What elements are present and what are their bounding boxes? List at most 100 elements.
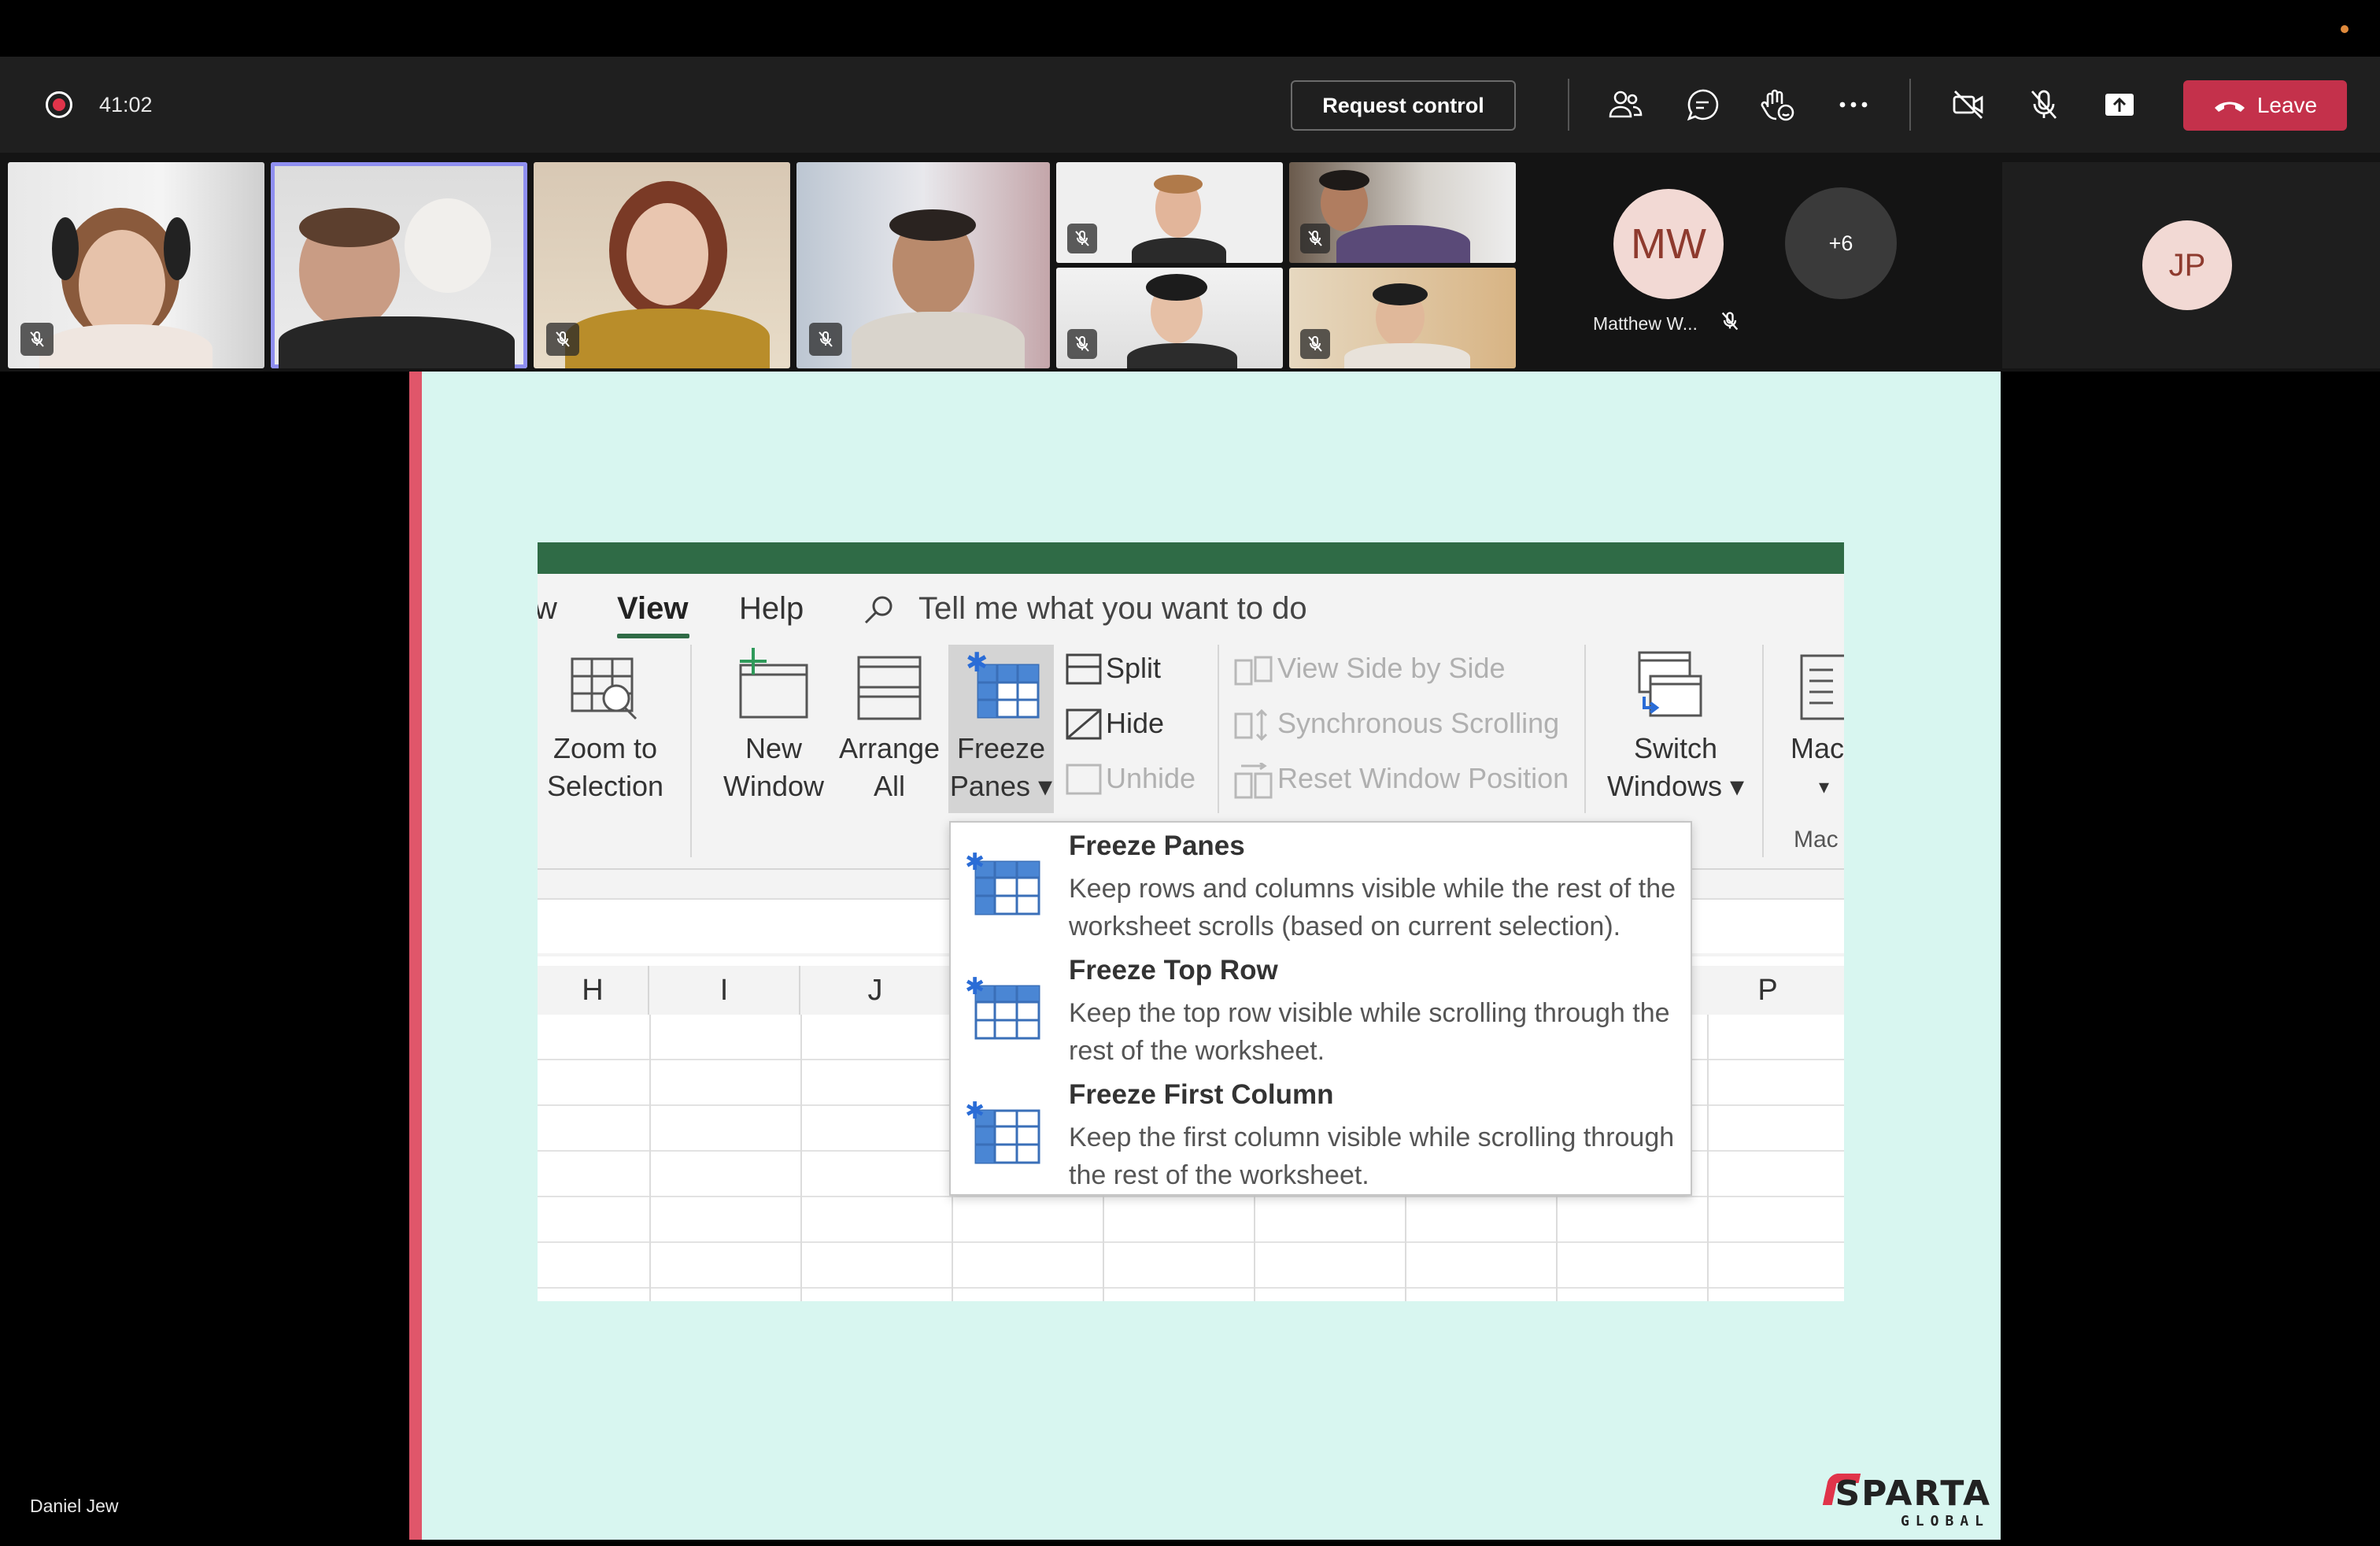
participant-video-tile[interactable] [534, 162, 790, 368]
recording-icon [46, 91, 72, 118]
ribbon-divider [690, 645, 692, 857]
new-window-button[interactable]: New Window [711, 730, 837, 805]
tell-me-search[interactable]: Tell me what you want to do [918, 591, 1307, 627]
svg-text:✱: ✱ [966, 648, 989, 679]
ribbon-divider [1584, 645, 1586, 813]
arrange-label-2: All [873, 770, 905, 802]
freeze-label-1: Freeze [956, 732, 1046, 764]
notification-dot [2341, 25, 2349, 33]
reset-window-position-button: Reset Window Position [1277, 762, 1569, 794]
switch-windows-button[interactable]: Switch Windows ▾ [1605, 730, 1746, 805]
avatar-matthew[interactable]: MW [1613, 189, 1724, 299]
more-options-icon[interactable] [1834, 85, 1873, 124]
participant-video-tile[interactable] [1056, 162, 1283, 263]
excel-title-bar [538, 542, 1844, 574]
meeting-timer: 41:02 [99, 93, 153, 117]
switch-label-1: Switch [1633, 732, 1718, 764]
freeze-panes-button[interactable]: Freeze Panes ▾ [948, 730, 1054, 805]
view-side-by-side-icon [1234, 656, 1273, 686]
participant-video-tile[interactable] [1056, 268, 1283, 368]
macros-icon[interactable] [1797, 651, 1844, 723]
arrange-label-1: Arrange [838, 732, 941, 764]
logo-main-text: SPARTA [1835, 1474, 1991, 1514]
chat-icon[interactable] [1683, 85, 1722, 124]
participant-mic-off-icon [1067, 224, 1097, 253]
menu-item-description: Keep the first column visible while scro… [1069, 1123, 1675, 1190]
ribbon-tab-bar: w View Help Tell me what you want to do [538, 574, 1844, 645]
svg-text:✱: ✱ [965, 851, 985, 876]
participant-video-tile-active[interactable] [271, 162, 527, 368]
freeze-first-column-icon: ✱ [965, 1100, 1040, 1164]
share-screen-icon[interactable] [2100, 85, 2139, 124]
arrange-all-button[interactable]: Arrange All [829, 730, 950, 805]
reset-window-position-icon [1234, 763, 1273, 799]
macros-dropdown-arrow: ▾ [1819, 775, 1830, 798]
zoom-label-1: Zoom to [552, 732, 658, 764]
zoom-label-2: Selection [546, 770, 664, 802]
more-participants-button[interactable]: +6 [1785, 187, 1897, 299]
hide-icon[interactable] [1065, 708, 1103, 742]
participant-video-tile[interactable] [796, 162, 1050, 368]
new-window-label-1: New [745, 732, 803, 764]
macros-button[interactable]: Mac ▾ [1791, 730, 1844, 805]
participant-mic-off-icon [546, 323, 579, 356]
split-button[interactable]: Split [1106, 649, 1161, 687]
zoom-to-selection-icon[interactable] [567, 653, 643, 723]
freeze-panes-icon: ✱ [965, 851, 1040, 915]
leave-button[interactable]: Leave [2183, 80, 2347, 131]
column-header-p[interactable]: P [1690, 966, 1844, 1015]
excel-screenshot: w View Help Tell me what you want to do … [538, 542, 1844, 1301]
search-icon[interactable] [862, 593, 896, 627]
synchronous-scrolling-button: Synchronous Scrolling [1277, 707, 1560, 739]
macros-group-label: Mac [1794, 827, 1839, 853]
request-control-button[interactable]: Request control [1291, 80, 1516, 131]
tab-view[interactable]: View [617, 591, 688, 627]
mic-off-icon[interactable] [2024, 85, 2064, 124]
tab-review[interactable]: w [538, 591, 557, 627]
freeze-panes-icon[interactable]: ✱ [964, 648, 1043, 723]
participant-video-tile[interactable] [8, 162, 264, 368]
presenter-name: Daniel Jew [30, 1496, 119, 1516]
column-header-h[interactable]: H [538, 966, 649, 1015]
switch-windows-icon[interactable] [1627, 649, 1706, 723]
menu-item-description: Keep rows and columns visible while the … [1069, 874, 1676, 941]
menu-item-title: Freeze Panes [1069, 830, 1245, 861]
participant-video-tile[interactable] [1289, 268, 1516, 368]
column-header-j[interactable]: J [800, 966, 952, 1015]
split-icon[interactable] [1065, 653, 1103, 687]
zoom-to-selection-button[interactable]: Zoom to Selection [542, 730, 668, 805]
meeting-control-bar: 41:02 Request control Leave [0, 57, 2380, 153]
camera-off-icon[interactable] [1949, 85, 1988, 124]
menu-item-freeze-first-column[interactable]: ✱ Freeze First Column Keep the first col… [951, 1071, 1691, 1196]
arrange-all-icon[interactable] [854, 653, 925, 723]
hide-button[interactable]: Hide [1106, 705, 1164, 742]
ribbon-divider [1762, 645, 1764, 857]
unhide-button: Unhide [1106, 762, 1196, 794]
toolbar-divider [1909, 79, 1911, 131]
video-gallery: MW Matthew W... +6 JP [0, 153, 2380, 372]
avatar-jp[interactable]: JP [2142, 220, 2232, 310]
svg-text:✱: ✱ [965, 1100, 985, 1125]
logo-sub-text: GLOBAL [1900, 1513, 1990, 1529]
phone-hangup-icon [2214, 102, 2245, 112]
freeze-top-row-icon: ✱ [965, 975, 1040, 1040]
new-window-icon[interactable] [736, 646, 811, 723]
menu-item-description: Keep the top row visible while scrolling… [1069, 998, 1670, 1066]
column-header-i[interactable]: I [649, 966, 800, 1015]
participant-mic-off-icon [1067, 329, 1097, 359]
participant-panel-jp: JP [2002, 162, 2380, 368]
participant-mic-off-icon [1300, 224, 1330, 253]
sparta-global-logo: SPARTA GLOBAL [1822, 1466, 1991, 1532]
view-side-by-side-button: View Side by Side [1277, 652, 1506, 684]
people-icon[interactable] [1606, 85, 1645, 124]
participant-video-tile[interactable] [1289, 162, 1516, 263]
unhide-icon [1066, 764, 1102, 795]
participant-mic-off-icon [1300, 329, 1330, 359]
tab-help[interactable]: Help [739, 591, 804, 627]
participant-name-matthew: Matthew W... [1593, 313, 1698, 334]
menu-item-freeze-top-row[interactable]: ✱ Freeze Top Row Keep the top row visibl… [951, 947, 1691, 1071]
menu-item-freeze-panes[interactable]: ✱ Freeze Panes Keep rows and columns vis… [951, 823, 1691, 947]
reactions-icon[interactable] [1758, 85, 1798, 124]
active-tab-underline [617, 634, 689, 638]
slide-accent-bar [409, 372, 422, 1540]
